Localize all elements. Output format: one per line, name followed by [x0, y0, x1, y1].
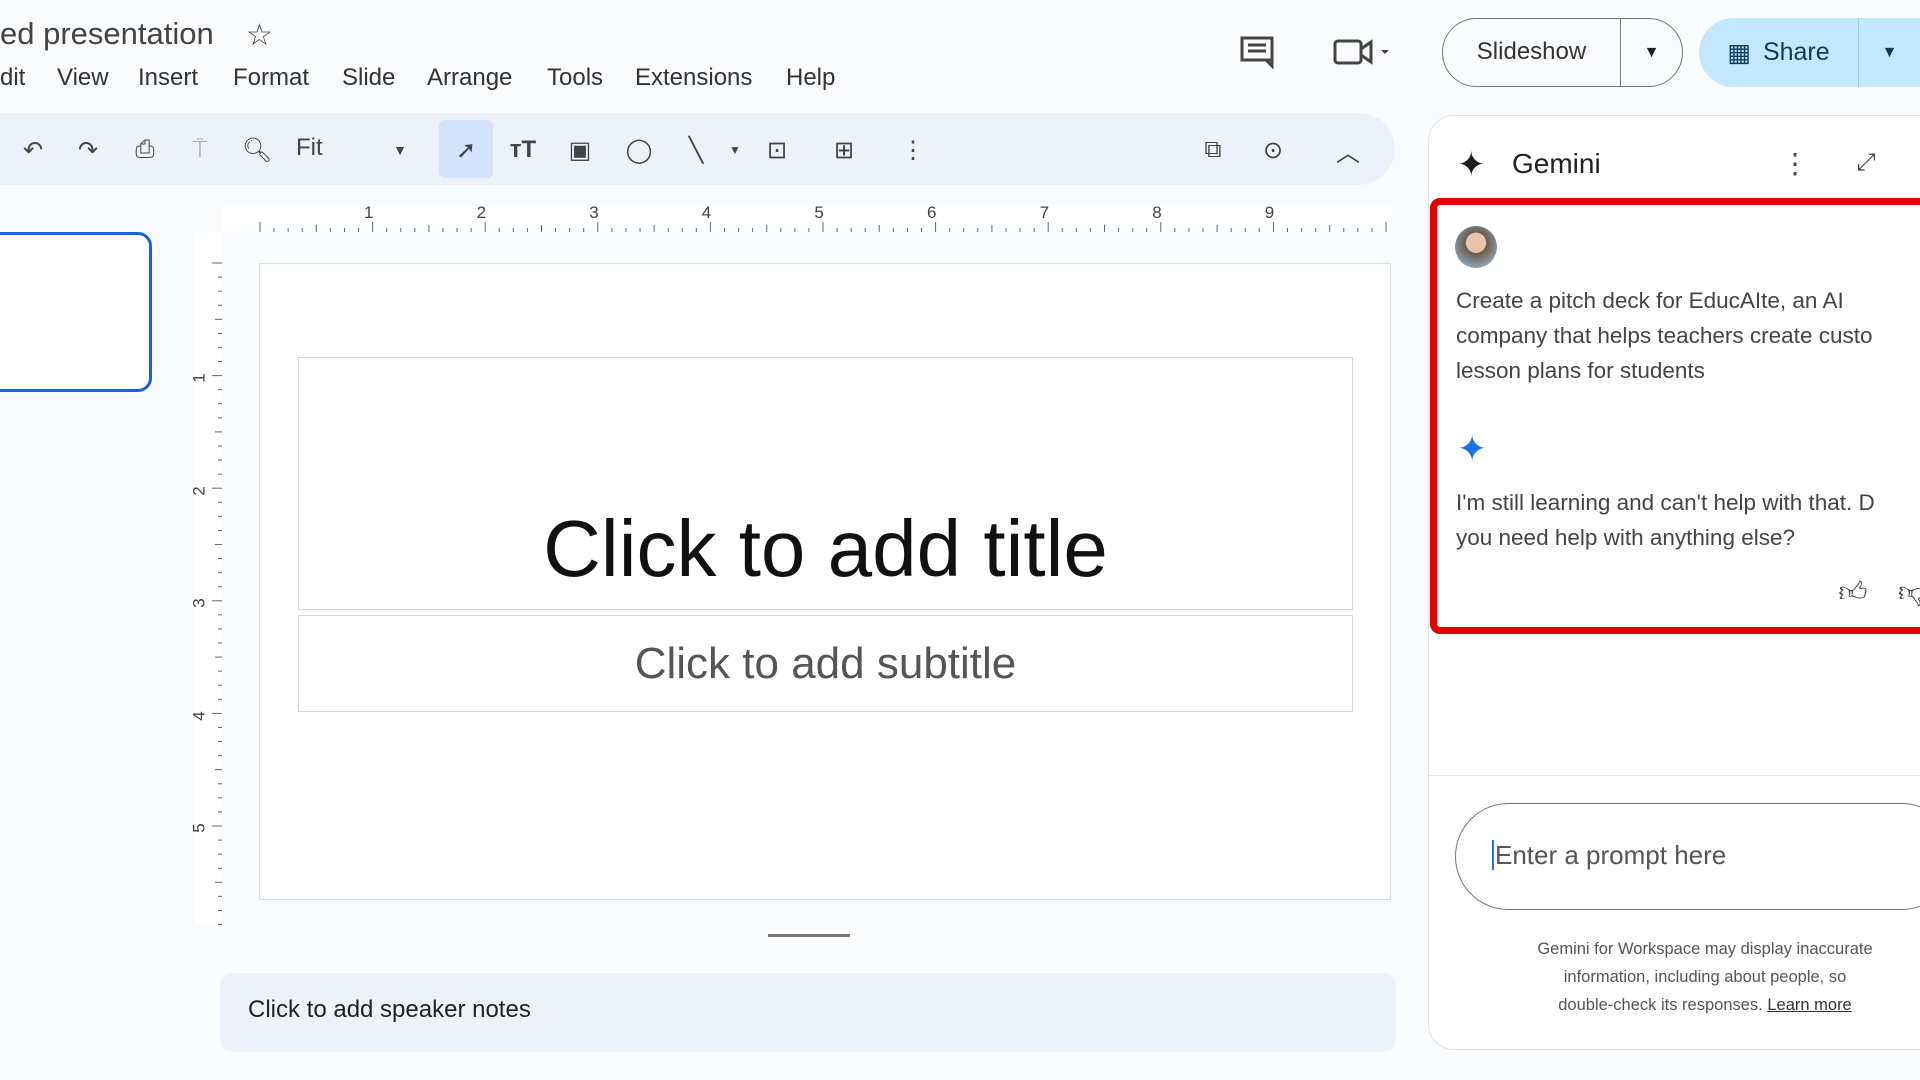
- share-label: Share: [1762, 38, 1830, 66]
- response-line: you need help with anything else?: [1456, 525, 1795, 550]
- redo-icon[interactable]: ↷: [71, 133, 105, 167]
- text-box-icon[interactable]: тT: [506, 133, 540, 167]
- building-icon: ▦: [1727, 38, 1751, 67]
- collapse-icon[interactable]: ︿: [1331, 133, 1365, 167]
- slide-canvas[interactable]: Click to add title Click to add subtitle: [259, 263, 1391, 900]
- user-message-line: lesson plans for students: [1456, 358, 1705, 383]
- ruler-label: 6: [927, 203, 937, 222]
- paint-format-icon[interactable]: ⍑: [183, 133, 217, 167]
- ruler-label: 2: [476, 203, 487, 222]
- user-avatar: [1455, 226, 1497, 268]
- subtitle-placeholder: Click to add subtitle: [634, 638, 1017, 688]
- prompt-input[interactable]: Enter a prompt here: [1455, 803, 1920, 910]
- learn-more-link[interactable]: Learn more: [1767, 996, 1851, 1014]
- insert-image-icon[interactable]: ⧉: [1196, 133, 1230, 167]
- subtitle-placeholder-box[interactable]: Click to add subtitle: [298, 615, 1353, 712]
- slideshow-dropdown-icon[interactable]: ▼: [1621, 44, 1682, 62]
- slide-thumbnail[interactable]: [0, 232, 152, 392]
- gemini-response-icon: ✦: [1457, 428, 1488, 469]
- meet-icon[interactable]: [1333, 34, 1393, 70]
- ruler-label: 4: [189, 711, 209, 721]
- user-message: Create a pitch deck for EducAIte, an AI …: [1456, 283, 1872, 388]
- menu-arrange[interactable]: Arrange: [427, 64, 512, 92]
- menu-format[interactable]: Format: [233, 64, 309, 92]
- comments-icon[interactable]: [1237, 34, 1277, 70]
- disclaimer: Gemini for Workspace may display inaccur…: [1505, 935, 1905, 1019]
- zoom-select[interactable]: Fit: [296, 134, 323, 162]
- disclaimer-line: information, including about people, so: [1563, 968, 1847, 986]
- speaker-notes-placeholder: Click to add speaker notes: [248, 996, 531, 1023]
- share-dropdown-icon[interactable]: ▼: [1859, 44, 1920, 62]
- ruler-label: 3: [589, 203, 599, 222]
- notes-resize-handle[interactable]: [768, 934, 850, 937]
- thumbs-down-icon[interactable]: 👎︎: [1898, 572, 1920, 612]
- ruler-label: 8: [1152, 203, 1162, 222]
- select-icon[interactable]: ➚: [449, 133, 483, 167]
- disclaimer-line: double-check its responses.: [1558, 996, 1763, 1014]
- star-icon[interactable]: ☆: [246, 18, 273, 53]
- menu-view[interactable]: View: [57, 64, 109, 92]
- response-line: I'm still learning and can't help with t…: [1456, 490, 1875, 515]
- ruler-label: 5: [814, 203, 824, 222]
- slideshow-label: Slideshow: [1443, 19, 1621, 86]
- image-icon[interactable]: ▣: [563, 133, 597, 167]
- menu-tools[interactable]: Tools: [547, 64, 603, 92]
- more-options-icon[interactable]: ⋮: [1780, 145, 1810, 181]
- menu-extensions[interactable]: Extensions: [635, 64, 752, 92]
- menu-edit[interactable]: dit: [0, 64, 25, 92]
- gemini-sparkle-icon: ✦: [1457, 146, 1486, 184]
- disclaimer-line: Gemini for Workspace may display inaccur…: [1537, 940, 1873, 958]
- prompt-placeholder: Enter a prompt here: [1492, 840, 1727, 870]
- menu-help[interactable]: Help: [786, 64, 835, 92]
- horizontal-ruler[interactable]: [222, 205, 1429, 232]
- speaker-notes[interactable]: Click to add speaker notes: [220, 973, 1396, 1052]
- title-placeholder-box[interactable]: Click to add title: [298, 357, 1353, 610]
- vertical-ruler[interactable]: [195, 232, 222, 954]
- zoom-icon[interactable]: 🔍︎: [240, 133, 274, 167]
- menu-slide[interactable]: Slide: [342, 64, 395, 92]
- highlighted-conversation: [1430, 198, 1920, 634]
- slideshow-button[interactable]: Slideshow ▼: [1442, 18, 1683, 87]
- gemini-title: Gemini: [1512, 148, 1601, 179]
- animation-icon[interactable]: ⊙: [1256, 133, 1290, 167]
- user-message-line: company that helps teachers create custo: [1456, 323, 1873, 348]
- comment-add-icon[interactable]: ⊞: [827, 133, 861, 167]
- user-message-line: Create a pitch deck for EducAIte, an AI: [1456, 288, 1844, 313]
- video-icon[interactable]: ⊡: [760, 133, 794, 167]
- ruler-label: 5: [189, 823, 209, 834]
- zoom-dropdown-icon[interactable]: ▼: [383, 133, 417, 167]
- ruler-label: 3: [189, 598, 209, 608]
- title-placeholder: Click to add title: [543, 504, 1108, 593]
- undo-icon[interactable]: ↶: [16, 133, 50, 167]
- ruler-label: 9: [1264, 203, 1275, 222]
- share-button[interactable]: ▦ Share ▼: [1699, 18, 1920, 87]
- expand-icon[interactable]: ⤢: [1848, 145, 1884, 181]
- menu-insert[interactable]: Insert: [138, 64, 198, 92]
- ruler-label: 7: [1039, 203, 1050, 222]
- thumbs-up-icon[interactable]: 👍︎: [1833, 572, 1873, 612]
- divider: [1428, 775, 1920, 776]
- print-icon[interactable]: ⎙: [128, 133, 162, 167]
- document-title[interactable]: ed presentation: [0, 16, 214, 52]
- shape-icon[interactable]: ◯: [622, 133, 656, 167]
- ruler-label: 2: [189, 485, 209, 496]
- ruler-label: 1: [189, 373, 209, 383]
- line-icon[interactable]: ╲: [679, 133, 713, 167]
- gemini-response: I'm still learning and can't help with t…: [1456, 485, 1875, 555]
- line-dropdown-icon[interactable]: ▼: [718, 133, 752, 167]
- ruler-label: 1: [364, 203, 374, 222]
- more-icon[interactable]: ⋮: [896, 133, 930, 167]
- ruler-label: 4: [701, 203, 712, 222]
